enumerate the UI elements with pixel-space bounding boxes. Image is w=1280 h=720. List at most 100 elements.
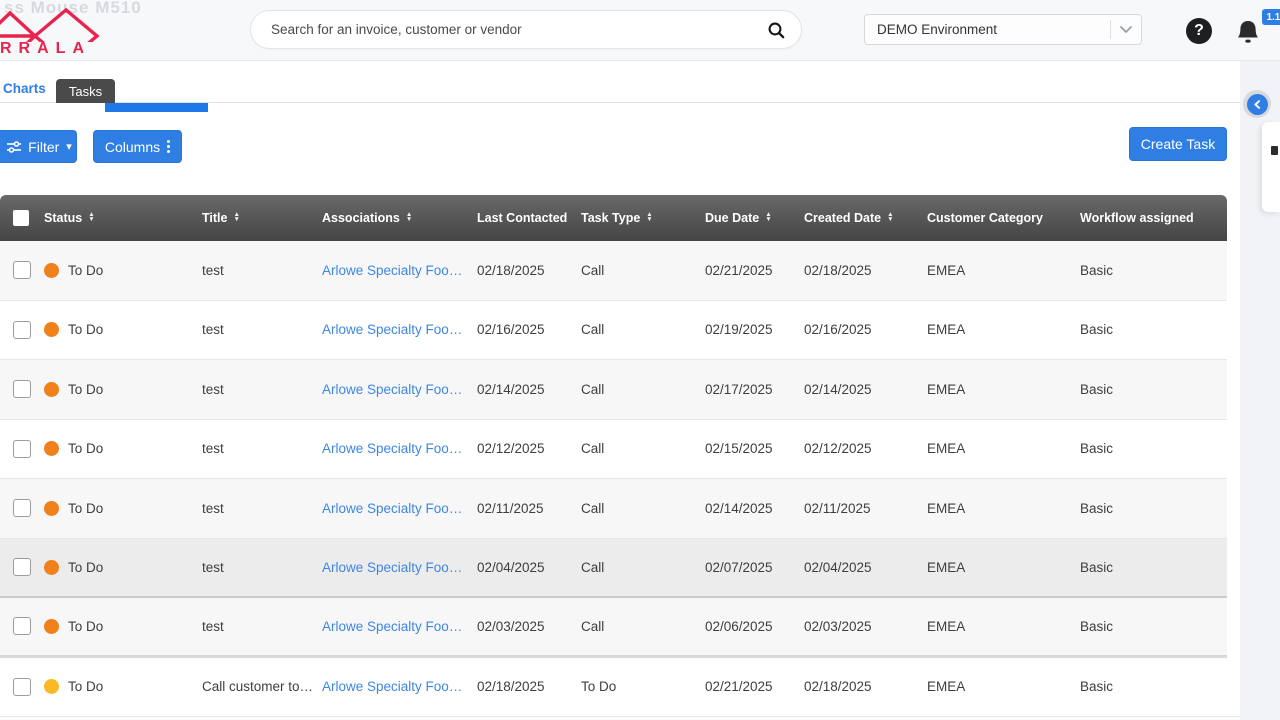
- association-link[interactable]: Arlowe Specialty Foods ...: [322, 679, 477, 694]
- table-row[interactable]: To DotestArlowe Specialty Foods ...02/03…: [0, 598, 1227, 658]
- status-cell: To Do: [44, 382, 202, 397]
- sort-icon[interactable]: ▲▼: [646, 213, 652, 222]
- created-date: 02/18/2025: [804, 263, 927, 278]
- row-select-cell: [0, 499, 44, 517]
- created-date: 02/04/2025: [804, 560, 927, 575]
- table-row[interactable]: To DoCall customer to f...Arlowe Special…: [0, 658, 1227, 718]
- task-type: Call: [581, 263, 705, 278]
- select-all-cell: [0, 210, 44, 226]
- environment-select[interactable]: DEMO Environment: [864, 14, 1142, 45]
- status-cell: To Do: [44, 501, 202, 516]
- task-title: test: [202, 560, 322, 575]
- table-row[interactable]: To DotestArlowe Specialty Foods ...02/18…: [0, 241, 1227, 301]
- last-contacted-date: 02/11/2025: [477, 501, 581, 516]
- search-icon[interactable]: [767, 21, 785, 39]
- row-checkbox[interactable]: [13, 440, 31, 458]
- panel-mini-icon[interactable]: [1271, 146, 1278, 155]
- status-cell: To Do: [44, 560, 202, 575]
- sort-icon[interactable]: ▲▼: [887, 213, 893, 222]
- workflow-assigned: Basic: [1080, 322, 1227, 337]
- association-link[interactable]: Arlowe Specialty Foods ...: [322, 441, 477, 456]
- create-task-button[interactable]: Create Task: [1129, 127, 1227, 161]
- table-row[interactable]: To DotestArlowe Specialty Foods ...02/11…: [0, 479, 1227, 539]
- table-row[interactable]: To DotestArlowe Specialty Foods ...02/16…: [0, 301, 1227, 361]
- row-checkbox[interactable]: [13, 261, 31, 279]
- select-divider: [1110, 20, 1111, 39]
- status-label: To Do: [68, 382, 111, 397]
- task-type: Call: [581, 501, 705, 516]
- created-date: 02/16/2025: [804, 322, 927, 337]
- workflow-assigned: Basic: [1080, 441, 1227, 456]
- status-dot-icon: [44, 322, 59, 337]
- sort-icon[interactable]: ▲▼: [406, 213, 412, 222]
- workflow-assigned: Basic: [1080, 501, 1227, 516]
- due-date: 02/06/2025: [705, 619, 804, 634]
- due-date: 02/15/2025: [705, 441, 804, 456]
- tabs-bar: Charts Tasks: [0, 61, 1240, 103]
- task-title: test: [202, 322, 322, 337]
- row-checkbox[interactable]: [13, 678, 31, 696]
- last-contacted-date: 02/16/2025: [477, 322, 581, 337]
- workflow-assigned: Basic: [1080, 382, 1227, 397]
- created-date: 02/14/2025: [804, 382, 927, 397]
- task-type: Call: [581, 322, 705, 337]
- row-select-cell: [0, 678, 44, 696]
- table-row[interactable]: To Do testArlowe Specialty Foods ...02/12…: [0, 420, 1227, 480]
- column-header-due-date[interactable]: Due Date▲▼: [705, 211, 804, 225]
- association-link[interactable]: Arlowe Specialty Foods ...: [322, 560, 477, 575]
- status-label: To Do: [68, 441, 111, 456]
- sort-icon[interactable]: ▲▼: [765, 213, 771, 222]
- row-checkbox[interactable]: [13, 321, 31, 339]
- select-all-checkbox[interactable]: [13, 210, 29, 226]
- environment-selected-value: DEMO Environment: [877, 22, 1110, 37]
- association-link[interactable]: Arlowe Specialty Foods ...: [322, 322, 477, 337]
- association-link[interactable]: Arlowe Specialty Foods ...: [322, 382, 477, 397]
- table-row[interactable]: To DotestArlowe Specialty Foods ...02/14…: [0, 360, 1227, 420]
- global-search[interactable]: [250, 10, 802, 49]
- sort-icon[interactable]: ▲▼: [88, 213, 94, 222]
- last-contacted-date: 02/18/2025: [477, 263, 581, 278]
- task-type: Call: [581, 560, 705, 575]
- table-row[interactable]: To Do testArlowe Specialty Foods ... 02/04…: [0, 539, 1227, 599]
- created-date: 02/18/2025: [804, 679, 927, 694]
- brand-logo[interactable]: RRALA: [0, 4, 180, 58]
- status-cell: To Do: [44, 679, 202, 694]
- tab-charts[interactable]: Charts: [3, 81, 46, 96]
- status-dot-icon: [44, 560, 59, 575]
- column-header-status[interactable]: Status▲▼: [44, 211, 202, 225]
- help-icon: ?: [1194, 22, 1204, 40]
- row-checkbox[interactable]: [13, 558, 31, 576]
- row-select-cell: [0, 261, 44, 279]
- help-button[interactable]: ?: [1186, 18, 1212, 44]
- row-select-cell: [0, 440, 44, 458]
- brand-logo-mark: [0, 6, 128, 42]
- sort-icon[interactable]: ▲▼: [233, 213, 239, 222]
- association-link[interactable]: Arlowe Specialty Foods ...: [322, 619, 477, 634]
- task-title: test: [202, 619, 322, 634]
- workflow-assigned: Basic: [1080, 619, 1227, 634]
- row-select-cell: [0, 617, 44, 635]
- row-checkbox[interactable]: [13, 380, 31, 398]
- notifications-button[interactable]: [1234, 18, 1264, 48]
- association-link[interactable]: Arlowe Specialty Foods ...: [322, 263, 477, 278]
- task-title: test: [202, 441, 322, 456]
- filter-button[interactable]: Filter ▾: [0, 130, 77, 163]
- row-checkbox[interactable]: [13, 617, 31, 635]
- association-link[interactable]: Arlowe Specialty Foods ...: [322, 501, 477, 516]
- customer-category: EMEA: [927, 501, 1080, 516]
- last-contacted-date: 02/12/2025: [477, 441, 581, 456]
- collapse-panel-button[interactable]: [1247, 94, 1268, 115]
- customer-category: EMEA: [927, 322, 1080, 337]
- chevron-down-icon[interactable]: [1119, 25, 1133, 34]
- column-header-task-type[interactable]: Task Type▲▼: [581, 211, 705, 225]
- status-label: To Do: [68, 560, 111, 575]
- task-type: To Do: [581, 679, 705, 694]
- row-checkbox[interactable]: [13, 499, 31, 517]
- search-input[interactable]: [271, 22, 767, 37]
- column-header-created-date[interactable]: Created Date▲▼: [804, 211, 927, 225]
- column-header-associations[interactable]: Associations▲▼: [322, 211, 477, 225]
- tab-tasks[interactable]: Tasks: [56, 79, 115, 103]
- status-cell: To Do: [44, 322, 202, 337]
- column-header-title[interactable]: Title▲▼: [202, 211, 322, 225]
- columns-button[interactable]: Columns: [93, 130, 182, 163]
